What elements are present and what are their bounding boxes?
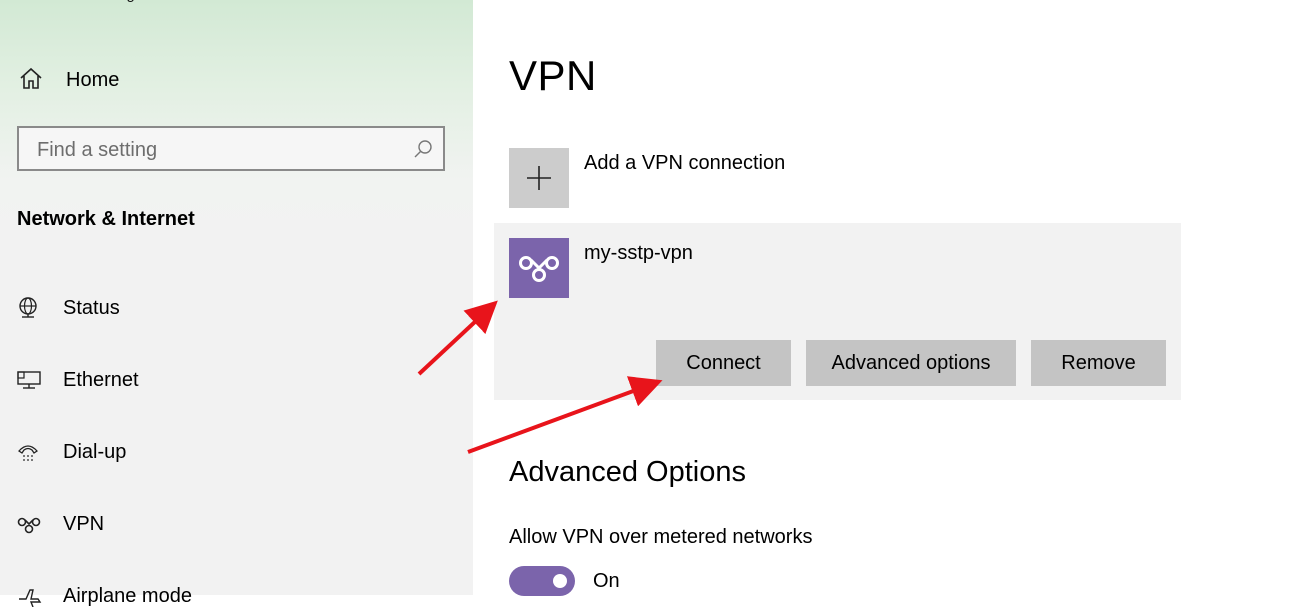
vpn-icon bbox=[16, 513, 42, 535]
search-icon[interactable] bbox=[413, 139, 433, 164]
home-icon bbox=[18, 66, 44, 95]
search-input[interactable] bbox=[35, 136, 419, 164]
title-bar: ‹ Settings bbox=[18, 0, 142, 3]
add-vpn-connection-button[interactable]: Add a VPN connection bbox=[509, 148, 785, 208]
sidebar-item-status[interactable]: Status bbox=[16, 292, 120, 324]
sidebar-item-home[interactable]: Home bbox=[18, 64, 119, 96]
sidebar-item-dialup[interactable]: Dial-up bbox=[16, 436, 126, 468]
sidebar-item-vpn[interactable]: VPN bbox=[16, 508, 104, 540]
vpn-connection-name: my-sstp-vpn bbox=[584, 242, 693, 264]
globe-monitor-icon bbox=[16, 297, 42, 319]
main-panel: VPN Add a VPN connection my-sstp-vpn Con… bbox=[473, 0, 1307, 596]
section-title: Network & Internet bbox=[17, 208, 195, 230]
metered-networks-label: Allow VPN over metered networks bbox=[509, 526, 813, 548]
back-arrow-icon[interactable]: ‹ bbox=[18, 0, 32, 3]
sidebar-item-label: Status bbox=[63, 296, 120, 319]
vpn-connection-icon bbox=[509, 238, 569, 298]
sidebar-item-airplane-mode[interactable]: Airplane mode bbox=[16, 580, 192, 612]
plus-icon bbox=[509, 148, 569, 208]
home-label: Home bbox=[66, 68, 120, 91]
ethernet-monitor-icon bbox=[16, 369, 42, 391]
remove-button[interactable]: Remove bbox=[1031, 340, 1166, 386]
airplane-icon bbox=[16, 585, 42, 607]
add-vpn-connection-label: Add a VPN connection bbox=[584, 152, 786, 174]
sidebar-item-label: Ethernet bbox=[63, 368, 139, 391]
toggle-knob bbox=[553, 574, 567, 588]
sidebar-item-label: Dial-up bbox=[63, 440, 127, 463]
sidebar-item-ethernet[interactable]: Ethernet bbox=[16, 364, 139, 396]
sidebar-item-label: VPN bbox=[63, 512, 105, 535]
advanced-options-heading: Advanced Options bbox=[509, 456, 746, 488]
sidebar: ‹ Settings Home Network & Internet Statu… bbox=[0, 0, 473, 607]
advanced-options-button[interactable]: Advanced options bbox=[806, 340, 1016, 386]
toggle-state-label: On bbox=[593, 570, 620, 592]
connect-button[interactable]: Connect bbox=[656, 340, 791, 386]
metered-networks-toggle[interactable] bbox=[509, 566, 575, 596]
phone-icon bbox=[16, 441, 42, 463]
app-title: Settings bbox=[88, 0, 142, 3]
sidebar-item-label: Airplane mode bbox=[63, 584, 192, 607]
page-title: VPN bbox=[509, 52, 597, 99]
search-box[interactable] bbox=[17, 126, 445, 171]
vpn-connection-card[interactable]: my-sstp-vpn Connect Advanced options Rem… bbox=[494, 223, 1181, 400]
